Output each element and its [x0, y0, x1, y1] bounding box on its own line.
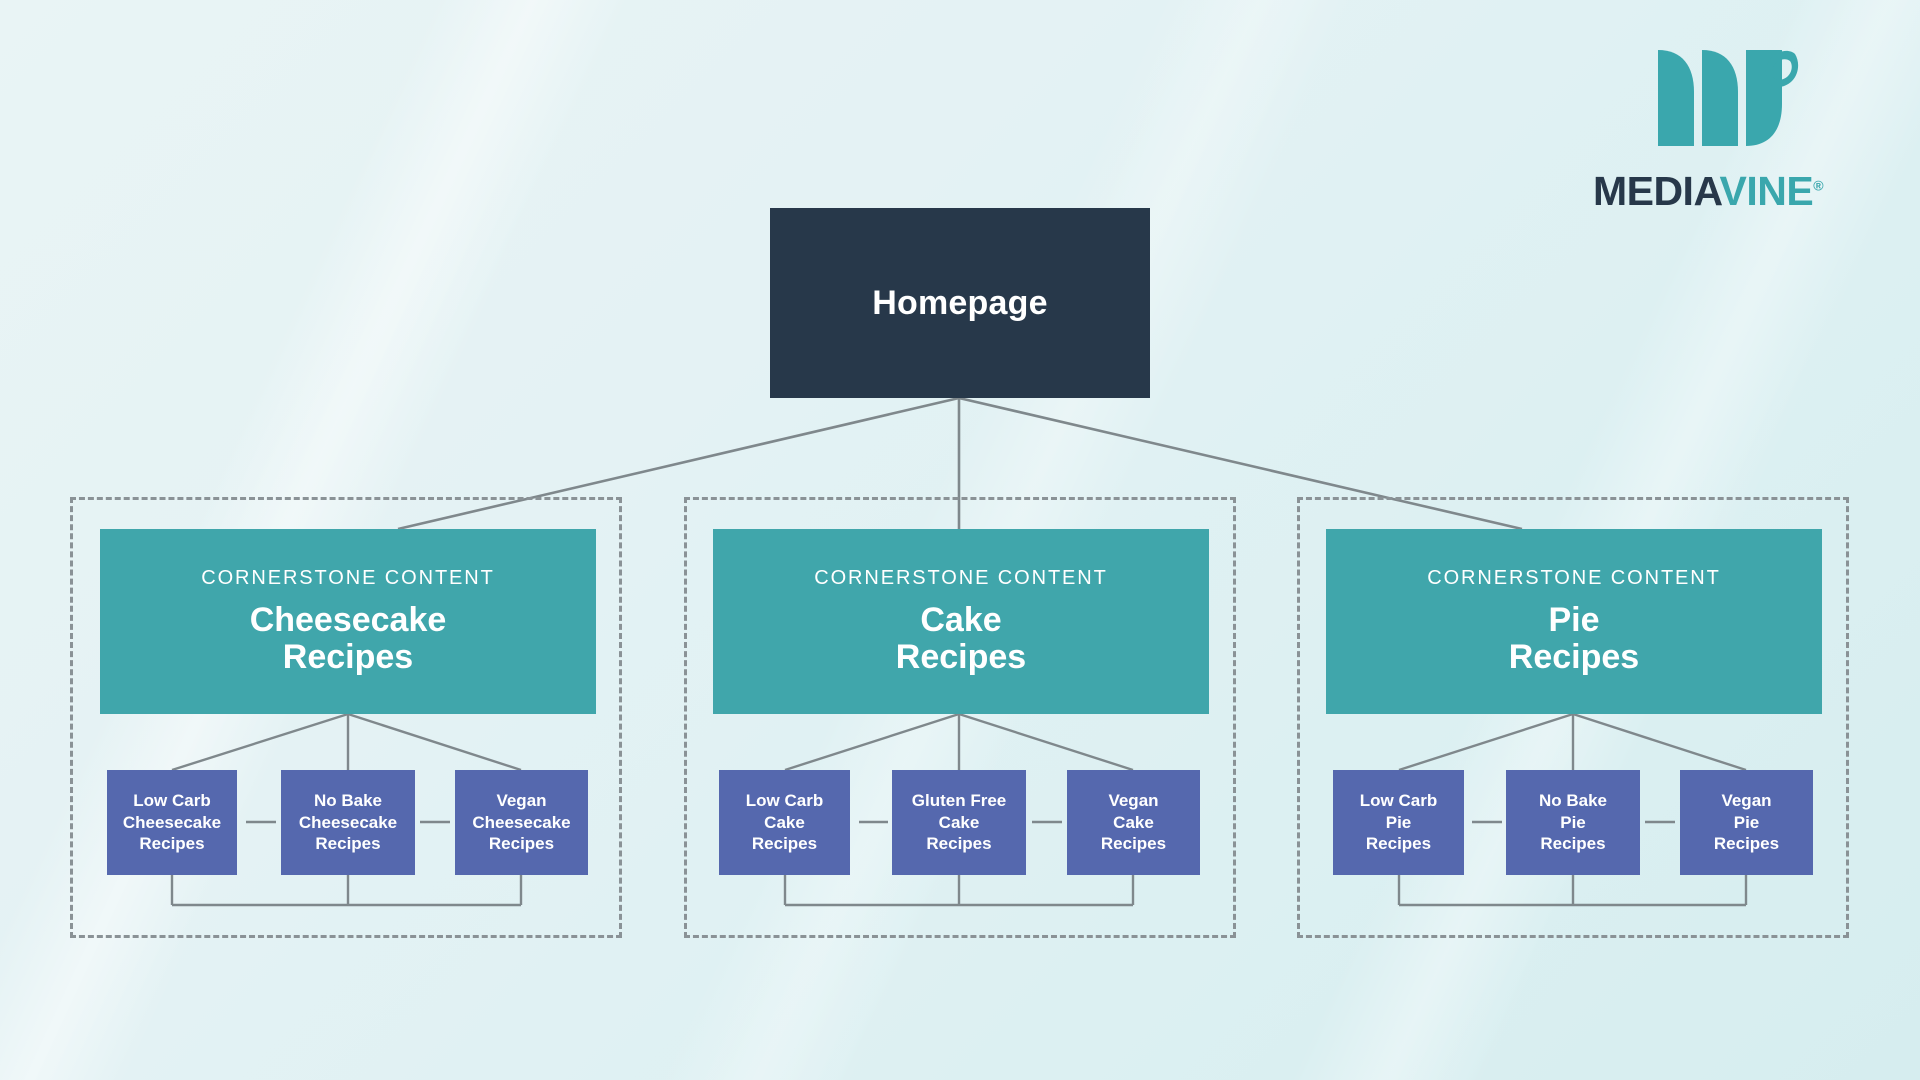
leaf-label-line-2: Cheesecake: [472, 812, 571, 832]
leaf-label-line-1: Vegan: [1721, 790, 1772, 810]
node-cornerstone-cheesecake[interactable]: CORNERSTONE CONTENT Cheesecake Recipes: [100, 529, 596, 714]
node-leaf-pie-low-carb[interactable]: Low Carb Pie Recipes: [1333, 770, 1464, 875]
cornerstone-title: Cake Recipes: [895, 600, 1027, 676]
mediavine-logo: MEDIAVINE®: [1558, 48, 1858, 214]
site-architecture-diagram: Homepage CORNERSTONE CONTENT Cheesecake …: [0, 0, 1920, 1080]
node-leaf-cheesecake-vegan[interactable]: Vegan Cheesecake Recipes: [455, 770, 588, 875]
cornerstone-eyebrow-label: CORNERSTONE CONTENT: [1427, 566, 1721, 589]
cornerstone-eyebrow-label: CORNERSTONE CONTENT: [201, 566, 495, 589]
cornerstone-eyebrow-label: CORNERSTONE CONTENT: [814, 566, 1108, 589]
leaf-label-line-1: No Bake: [1538, 790, 1608, 810]
leaf-label-line-3: Recipes: [488, 834, 555, 854]
mediavine-wordmark: MEDIAVINE®: [1558, 168, 1858, 215]
wordmark-media: MEDIA: [1592, 168, 1720, 214]
leaf-label-line-2: Cake: [1113, 812, 1154, 832]
leaf-label-line-1: Low Carb: [133, 790, 211, 810]
mediavine-mark-icon: [1658, 50, 1799, 146]
node-cornerstone-pie[interactable]: CORNERSTONE CONTENT Pie Recipes: [1326, 529, 1822, 714]
leaf-label-line-3: Recipes: [751, 834, 818, 854]
leaf-label-line-2: Pie: [1385, 812, 1412, 832]
leaf-label-line-3: Recipes: [1540, 834, 1606, 854]
leaf-label-line-2: Cheesecake: [298, 812, 398, 832]
leaf-label-line-3: Recipes: [926, 834, 992, 854]
cornerstone-title: Cheesecake Recipes: [249, 600, 447, 676]
node-cornerstone-cake[interactable]: CORNERSTONE CONTENT Cake Recipes: [713, 529, 1209, 714]
leaf-label-line-2: Cheesecake: [122, 812, 222, 832]
wordmark-vine: VINE: [1719, 168, 1814, 214]
leaf-label-line-1: Gluten Free: [911, 790, 1007, 810]
node-homepage-label: Homepage: [872, 283, 1048, 322]
leaf-label-line-3: Recipes: [1713, 834, 1780, 854]
leaf-label-line-2: Cake: [938, 812, 980, 832]
node-leaf-pie-no-bake[interactable]: No Bake Pie Recipes: [1506, 770, 1640, 875]
node-leaf-pie-vegan[interactable]: Vegan Pie Recipes: [1680, 770, 1813, 875]
node-homepage[interactable]: Homepage: [770, 208, 1150, 398]
leaf-label-line-2: Pie: [1560, 812, 1586, 832]
cornerstone-title-line-2: Recipes: [1508, 637, 1640, 676]
node-leaf-cake-vegan[interactable]: Vegan Cake Recipes: [1067, 770, 1200, 875]
node-leaf-cake-gluten-free[interactable]: Gluten Free Cake Recipes: [892, 770, 1026, 875]
leaf-label-line-1: Low Carb: [745, 790, 824, 810]
node-leaf-cheesecake-no-bake[interactable]: No Bake Cheesecake Recipes: [281, 770, 415, 875]
cornerstone-title-line-1: Pie: [1548, 600, 1600, 639]
leaf-label-line-1: No Bake: [313, 790, 383, 810]
registered-trademark-icon: ®: [1813, 177, 1824, 194]
node-leaf-cake-low-carb[interactable]: Low Carb Cake Recipes: [719, 770, 850, 875]
leaf-label-line-3: Recipes: [1100, 834, 1167, 854]
cornerstone-title: Pie Recipes: [1508, 600, 1640, 676]
leaf-label-line-1: Low Carb: [1359, 790, 1438, 810]
cornerstone-title-line-1: Cheesecake: [249, 600, 447, 639]
leaf-label-line-2: Pie: [1733, 812, 1760, 832]
cornerstone-title-line-2: Recipes: [282, 637, 414, 676]
node-leaf-cheesecake-low-carb[interactable]: Low Carb Cheesecake Recipes: [107, 770, 237, 875]
leaf-label-line-1: Vegan: [496, 790, 547, 810]
leaf-label-line-2: Cake: [764, 812, 805, 832]
leaf-label-line-3: Recipes: [139, 834, 205, 854]
leaf-label-line-3: Recipes: [1365, 834, 1432, 854]
leaf-label-line-3: Recipes: [315, 834, 381, 854]
leaf-label-line-1: Vegan: [1108, 790, 1159, 810]
cornerstone-title-line-1: Cake: [920, 600, 1002, 639]
cornerstone-title-line-2: Recipes: [895, 637, 1027, 676]
